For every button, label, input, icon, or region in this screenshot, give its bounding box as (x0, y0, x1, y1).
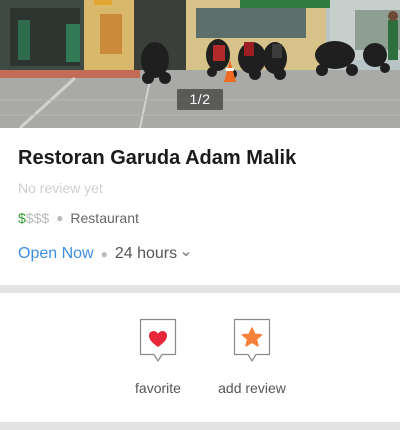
price-level-inactive: $$$ (25, 210, 50, 226)
action-bar: favorite add review (0, 293, 400, 422)
hours-label: 24 hours (114, 245, 178, 262)
photo-pager: 1/2 (177, 89, 223, 110)
hours-row[interactable]: Open Now ● 24 hours (18, 245, 190, 263)
review-status: No review yet (18, 180, 103, 196)
favorite-button[interactable]: favorite (108, 318, 208, 396)
restaurant-info-card: Restoran Garuda Adam Malik No review yet… (0, 128, 400, 285)
star-icon (233, 318, 271, 362)
restaurant-name: Restoran Garuda Adam Malik (18, 147, 297, 169)
add-review-button[interactable]: add review (202, 318, 302, 396)
section-divider (0, 422, 400, 430)
price-category-row: $ $$$ ● Restaurant (18, 210, 139, 226)
add-review-label: add review (218, 380, 286, 396)
heart-icon (139, 318, 177, 362)
section-divider (0, 285, 400, 293)
category-label: Restaurant (70, 210, 139, 226)
separator-dot: ● (100, 247, 108, 261)
price-level-active: $ (18, 210, 26, 226)
open-status: Open Now (18, 245, 94, 262)
chevron-down-icon[interactable] (182, 250, 190, 258)
restaurant-photo[interactable]: 1/2 (0, 0, 400, 128)
separator-dot: ● (56, 211, 64, 225)
favorite-label: favorite (135, 380, 181, 396)
